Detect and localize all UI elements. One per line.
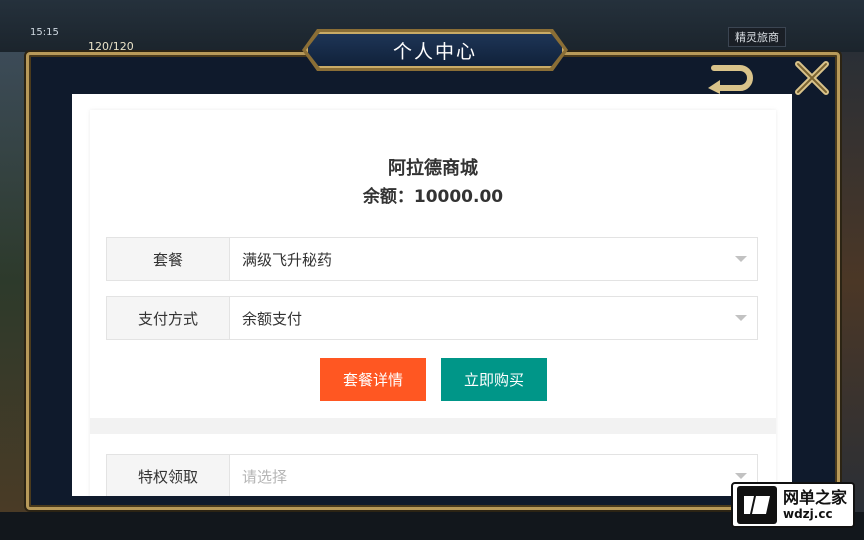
privilege-row: 特权领取 请选择 xyxy=(106,454,758,496)
content-panel: 阿拉德商城 余额：10000.00 套餐 满级飞升秘药 支付方式 余额支付 套餐… xyxy=(72,94,792,496)
payment-label: 支付方式 xyxy=(107,297,230,339)
dropdown-caret-icon xyxy=(735,473,747,479)
store-name: 阿拉德商城 xyxy=(388,158,478,179)
section-divider xyxy=(90,418,776,434)
privilege-select[interactable]: 请选择 xyxy=(231,455,757,496)
package-label: 套餐 xyxy=(107,238,230,280)
game-background-right xyxy=(836,52,864,512)
payment-select[interactable]: 余额支付 xyxy=(231,297,757,339)
privilege-select-placeholder: 请选择 xyxy=(242,467,288,486)
logo-text: 网单之家 wdzj.cc xyxy=(783,488,848,522)
dialog-title: 个人中心 xyxy=(392,40,477,63)
package-details-button[interactable]: 套餐详情 xyxy=(320,358,426,401)
dropdown-caret-icon xyxy=(735,256,747,262)
game-screen: 15:15 120/120 精灵旅商 个人中心 阿拉德商城 余额：10000.0… xyxy=(0,0,864,540)
logo-mark-icon xyxy=(737,486,777,524)
guide-button[interactable]: 精灵旅商 xyxy=(728,27,786,47)
buy-now-button[interactable]: 立即购买 xyxy=(441,358,547,401)
logo-name: 网单之家 xyxy=(783,488,848,507)
back-button[interactable] xyxy=(704,60,756,94)
package-select-value: 满级飞升秘药 xyxy=(242,250,333,269)
close-icon xyxy=(795,61,829,95)
package-select[interactable]: 满级飞升秘药 xyxy=(231,238,757,280)
clock: 15:15 xyxy=(30,27,59,38)
dropdown-caret-icon xyxy=(735,315,747,321)
balance-text: 余额：10000.00 xyxy=(362,187,504,207)
payment-row: 支付方式 余额支付 xyxy=(106,296,758,340)
dialog-title-plate: 个人中心 xyxy=(306,32,564,68)
shop-card: 阿拉德商城 余额：10000.00 套餐 满级飞升秘药 支付方式 余额支付 套餐… xyxy=(90,110,776,496)
package-row: 套餐 满级飞升秘药 xyxy=(106,237,758,281)
payment-select-value: 余额支付 xyxy=(242,309,303,328)
privilege-label: 特权领取 xyxy=(107,455,230,496)
back-arrow-icon xyxy=(708,65,753,94)
logo-domain: wdzj.cc xyxy=(783,507,833,521)
watermark-logo: 网单之家 wdzj.cc xyxy=(731,482,855,528)
close-button[interactable] xyxy=(792,58,832,98)
